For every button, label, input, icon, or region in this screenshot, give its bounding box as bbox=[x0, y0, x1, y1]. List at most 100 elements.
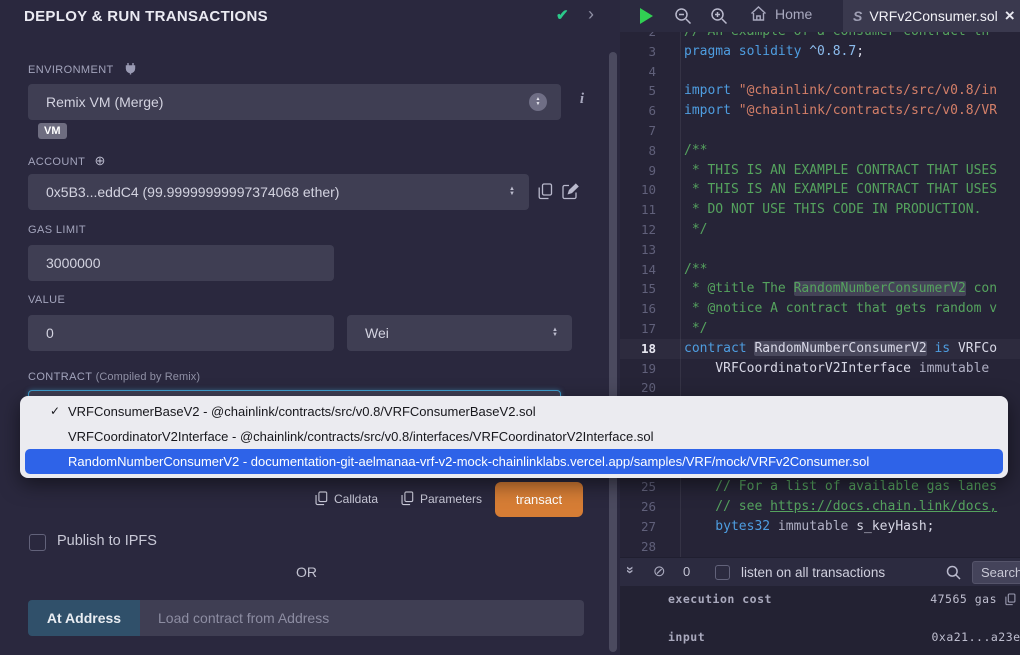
terminal-search-input[interactable] bbox=[972, 561, 1020, 584]
collapse-panel-chevron-icon[interactable]: › bbox=[588, 4, 594, 25]
terminal-value: 47565 gas bbox=[930, 592, 997, 606]
code-text: /** bbox=[680, 141, 1020, 161]
parameters-action[interactable]: Parameters bbox=[401, 491, 482, 506]
code-line-4[interactable]: 4 bbox=[620, 62, 1020, 82]
code-text: * @title The RandomNumberConsumerV2 con bbox=[680, 279, 1020, 299]
code-text: /** bbox=[680, 260, 1020, 280]
code-line-14[interactable]: 14/** bbox=[620, 260, 1020, 280]
tab-home[interactable]: Home bbox=[750, 6, 812, 22]
code-line-26[interactable]: 26 // see https://docs.chain.link/docs, bbox=[620, 497, 1020, 517]
solidity-file-icon: S bbox=[853, 8, 862, 24]
code-line-27[interactable]: 27 bytes32 immutable s_keyHash; bbox=[620, 517, 1020, 537]
home-tab-label: Home bbox=[775, 6, 812, 22]
code-text: */ bbox=[680, 220, 1020, 240]
transact-button[interactable]: transact bbox=[495, 482, 583, 517]
listen-all-transactions-checkbox[interactable] bbox=[715, 565, 730, 580]
code-line-17[interactable]: 17 */ bbox=[620, 319, 1020, 339]
clear-console-icon[interactable]: ⊘ bbox=[653, 562, 666, 580]
deploy-run-panel: DEPLOY & RUN TRANSACTIONS ✔ › ENVIRONMEN… bbox=[0, 0, 620, 655]
code-line-5[interactable]: 5import "@chainlink/contracts/src/v0.8/i… bbox=[620, 81, 1020, 101]
value-input[interactable] bbox=[28, 315, 334, 351]
calldata-action[interactable]: Calldata bbox=[315, 491, 378, 506]
zoom-in-icon[interactable] bbox=[710, 7, 728, 25]
environment-info-icon[interactable]: i bbox=[575, 91, 589, 108]
contract-option-2[interactable]: RandomNumberConsumerV2 - documentation-g… bbox=[25, 449, 1003, 474]
code-line-8[interactable]: 8/** bbox=[620, 141, 1020, 161]
line-number: 9 bbox=[620, 161, 680, 181]
line-number: 15 bbox=[620, 279, 680, 299]
parameters-label: Parameters bbox=[420, 492, 482, 506]
panel-scrollbar[interactable] bbox=[609, 52, 617, 652]
code-line-11[interactable]: 11 * DO NOT USE THIS CODE IN PRODUCTION. bbox=[620, 200, 1020, 220]
option-label: VRFConsumerBaseV2 - @chainlink/contracts… bbox=[68, 404, 536, 419]
copy-account-icon[interactable] bbox=[538, 183, 553, 200]
gas-limit-label: GAS LIMIT bbox=[28, 224, 86, 236]
code-text bbox=[680, 240, 1020, 260]
zoom-out-icon[interactable] bbox=[674, 7, 692, 25]
environment-select-carets-icon: ▲▼ bbox=[529, 93, 547, 111]
code-line-9[interactable]: 9 * THIS IS AN EXAMPLE CONTRACT THAT USE… bbox=[620, 161, 1020, 181]
code-text: import "@chainlink/contracts/src/v0.8/VR bbox=[680, 101, 1020, 121]
code-line-18[interactable]: 18contract RandomNumberConsumerV2 is VRF… bbox=[620, 339, 1020, 359]
close-tab-icon[interactable]: × bbox=[1005, 8, 1015, 24]
account-select[interactable]: 0x5B3...eddC4 (99.99999999997374068 ethe… bbox=[28, 174, 529, 210]
at-address-button[interactable]: At Address bbox=[28, 600, 140, 636]
expand-terminal-icon[interactable]: » bbox=[623, 566, 639, 572]
tab-vrfv2consumer[interactable]: S VRFv2Consumer.sol × bbox=[843, 0, 1020, 32]
terminal-content[interactable]: execution cost47565 gasinput0xa21...a23e… bbox=[620, 586, 1020, 655]
line-number: 27 bbox=[620, 517, 680, 537]
option-check-icon: ✓ bbox=[50, 399, 60, 424]
transaction-count-badge: 0 bbox=[683, 564, 690, 579]
code-line-7[interactable]: 7 bbox=[620, 121, 1020, 141]
code-line-12[interactable]: 12 */ bbox=[620, 220, 1020, 240]
code-line-19[interactable]: 19 VRFCoordinatorV2Interface immutable bbox=[620, 359, 1020, 379]
environment-select[interactable]: Remix VM (Merge) ▲▼ bbox=[28, 84, 561, 120]
line-number: 8 bbox=[620, 141, 680, 161]
code-line-25[interactable]: 25 // For a list of available gas lanes bbox=[620, 477, 1020, 497]
listen-all-transactions-label: listen on all transactions bbox=[741, 565, 885, 580]
panel-title: DEPLOY & RUN TRANSACTIONS bbox=[24, 8, 268, 25]
line-number: 11 bbox=[620, 200, 680, 220]
home-icon bbox=[750, 6, 767, 22]
code-text: * DO NOT USE THIS CODE IN PRODUCTION. bbox=[680, 200, 1020, 220]
code-text: * @notice A contract that gets random v bbox=[680, 299, 1020, 319]
code-line-13[interactable]: 13 bbox=[620, 240, 1020, 260]
line-number: 4 bbox=[620, 62, 680, 82]
gas-limit-input[interactable] bbox=[28, 245, 334, 281]
line-number: 25 bbox=[620, 477, 680, 497]
line-number: 17 bbox=[620, 319, 680, 339]
contract-option-0[interactable]: ✓ VRFConsumerBaseV2 - @chainlink/contract… bbox=[20, 399, 1008, 424]
line-number: 18 bbox=[620, 339, 680, 359]
add-account-icon[interactable]: ⊕ bbox=[94, 153, 105, 168]
code-line-10[interactable]: 10 * THIS IS AN EXAMPLE CONTRACT THAT US… bbox=[620, 180, 1020, 200]
code-text: * THIS IS AN EXAMPLE CONTRACT THAT USES bbox=[680, 161, 1020, 181]
line-number: 13 bbox=[620, 240, 680, 260]
code-text: bytes32 immutable s_keyHash; bbox=[680, 517, 1020, 537]
account-label: ACCOUNT ⊕ bbox=[28, 153, 106, 169]
code-line-15[interactable]: 15 * @title The RandomNumberConsumerV2 c… bbox=[620, 279, 1020, 299]
line-number: 28 bbox=[620, 537, 680, 557]
code-text: */ bbox=[680, 319, 1020, 339]
terminal-key: execution cost bbox=[668, 592, 772, 606]
copy-calldata-icon bbox=[315, 491, 328, 506]
contract-option-1[interactable]: VRFCoordinatorV2Interface - @chainlink/c… bbox=[20, 424, 1008, 449]
code-text: import "@chainlink/contracts/src/v0.8/in bbox=[680, 81, 1020, 101]
vm-badge: VM bbox=[38, 123, 67, 139]
line-number: 5 bbox=[620, 81, 680, 101]
copy-value-icon[interactable] bbox=[1005, 593, 1016, 606]
environment-label: ENVIRONMENT bbox=[28, 62, 137, 76]
code-line-28[interactable]: 28 bbox=[620, 537, 1020, 557]
code-line-6[interactable]: 6import "@chainlink/contracts/src/v0.8/V… bbox=[620, 101, 1020, 121]
at-address-input[interactable] bbox=[140, 600, 584, 636]
run-script-play-icon[interactable] bbox=[640, 8, 653, 24]
edit-account-icon[interactable] bbox=[562, 183, 579, 200]
code-text bbox=[680, 62, 1020, 82]
code-line-16[interactable]: 16 * @notice A contract that gets random… bbox=[620, 299, 1020, 319]
value-unit-select[interactable]: Wei ▲▼ bbox=[347, 315, 572, 351]
remix-ide-screen: DEPLOY & RUN TRANSACTIONS ✔ › ENVIRONMEN… bbox=[0, 0, 1020, 655]
terminal-key: input bbox=[668, 630, 705, 644]
calldata-label: Calldata bbox=[334, 492, 378, 506]
publish-to-ipfs-checkbox[interactable] bbox=[29, 534, 46, 551]
code-line-3[interactable]: 3pragma solidity ^0.8.7; bbox=[620, 42, 1020, 62]
compile-success-check-icon: ✔ bbox=[556, 6, 569, 24]
